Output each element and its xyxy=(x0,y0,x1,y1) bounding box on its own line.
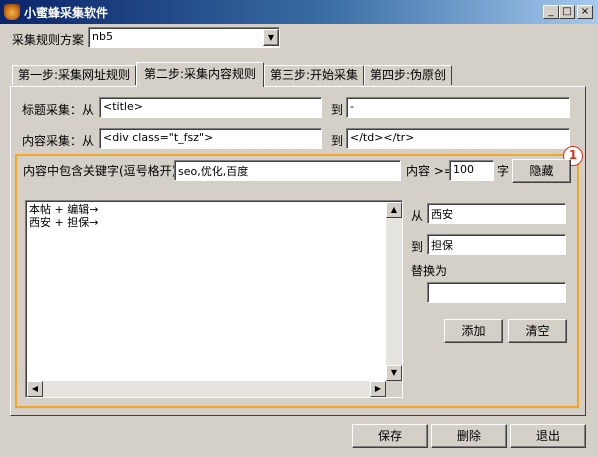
delete-button[interactable]: 删除 xyxy=(431,424,507,448)
keywords-label: 内容中包含关键字(逗号格开) xyxy=(23,164,177,178)
content-length-input[interactable]: 100 xyxy=(449,160,494,181)
scheme-select-value: nb5 xyxy=(92,30,113,43)
replace-to-label: 到 xyxy=(411,240,424,254)
replace-from-input[interactable]: 西安 xyxy=(427,203,566,224)
tab-start-collect[interactable]: 第三步:开始采集 xyxy=(264,65,364,85)
scheme-select[interactable]: nb5 xyxy=(88,27,280,48)
list-item[interactable]: 西安 + 担保→ xyxy=(29,216,98,229)
replace-with-input[interactable] xyxy=(427,282,566,303)
content-to-input[interactable]: </td></tr> xyxy=(346,128,570,149)
clear-button[interactable]: 清空 xyxy=(508,319,567,343)
scroll-left-icon[interactable]: ◀ xyxy=(27,381,43,397)
content-to-label: 到 xyxy=(331,134,344,148)
vertical-scrollbar[interactable] xyxy=(386,202,402,380)
scroll-right-icon[interactable]: ▶ xyxy=(370,381,386,397)
scheme-dropdown-button[interactable]: ▼ xyxy=(263,29,279,46)
tab-content-rules[interactable]: 第二步:采集内容规则 xyxy=(136,62,264,87)
horizontal-scrollbar[interactable] xyxy=(27,381,386,397)
add-button[interactable]: 添加 xyxy=(444,319,503,343)
title-capture-label: 标题采集：从 xyxy=(22,103,95,117)
replace-to-input[interactable]: 担保 xyxy=(427,234,566,255)
minimize-button[interactable]: _ xyxy=(543,5,559,19)
content-from-input[interactable]: <div class="t_fsz"> xyxy=(99,128,322,149)
chevron-down-icon: ▼ xyxy=(267,33,275,42)
window-title: 小蜜蜂采集软件 xyxy=(24,6,109,20)
replace-list[interactable]: 本帖 + 编辑→ 西安 + 担保→ xyxy=(25,200,403,398)
title-to-label: 到 xyxy=(331,103,344,117)
content-length-label: 内容 >= xyxy=(406,164,454,178)
keywords-input[interactable]: seo,优化,百度 xyxy=(174,160,401,181)
title-from-input[interactable]: <title> xyxy=(99,97,322,118)
tab-pseudo-original[interactable]: 第四步:伪原创 xyxy=(364,65,452,85)
replace-with-label: 替换为 xyxy=(411,264,448,278)
scroll-up-icon[interactable]: ▲ xyxy=(386,202,402,218)
title-to-input[interactable]: - xyxy=(346,97,570,118)
exit-button[interactable]: 退出 xyxy=(510,424,586,448)
scheme-label: 采集规则方案 xyxy=(12,33,85,47)
content-capture-label: 内容采集：从 xyxy=(22,134,95,148)
replace-from-label: 从 xyxy=(411,209,424,223)
list-item[interactable]: 本帖 + 编辑→ xyxy=(29,203,98,216)
close-button[interactable]: × xyxy=(577,5,593,19)
scrollbar-corner xyxy=(386,381,402,397)
hide-button[interactable]: 隐藏 xyxy=(512,159,571,183)
scroll-down-icon[interactable]: ▼ xyxy=(386,365,402,381)
maximize-button[interactable]: □ xyxy=(559,5,575,19)
content-length-unit: 字 xyxy=(497,164,510,178)
app-bee-icon xyxy=(4,4,20,20)
save-button[interactable]: 保存 xyxy=(352,424,428,448)
tab-url-rules[interactable]: 第一步:采集网址规则 xyxy=(12,65,136,85)
